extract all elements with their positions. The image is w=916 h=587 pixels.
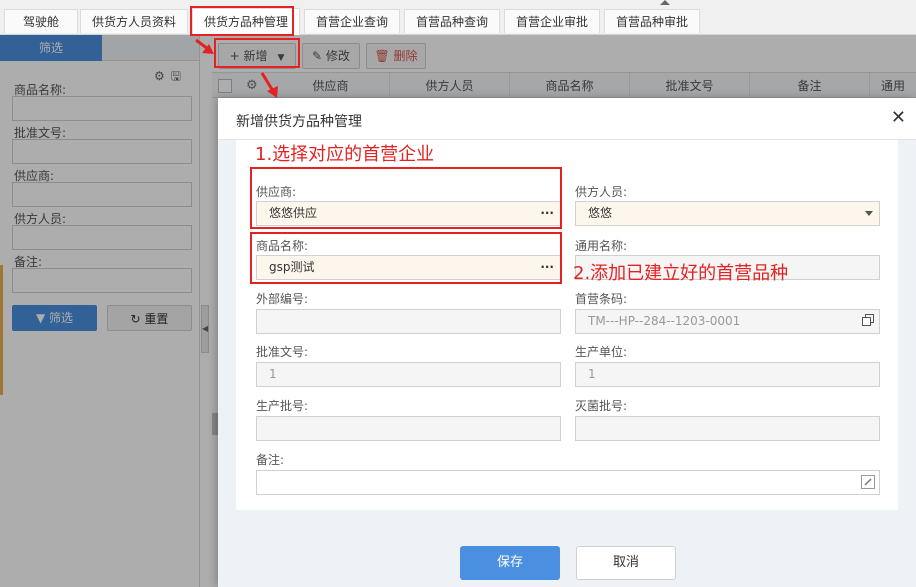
common-name-label: 通用名称: (575, 239, 628, 253)
external-code-field[interactable] (256, 309, 561, 334)
cancel-button[interactable]: 取消 (576, 546, 676, 580)
dialog-header: 新增供货方品种管理 ✕ (218, 98, 916, 140)
remark-label: 备注: (256, 453, 285, 467)
add-supplier-variety-dialog: 新增供货方品种管理 ✕ 供应商: 悠悠供应 ··· 供方人员: 悠悠 商品名称:… (218, 98, 916, 587)
caret-down-icon[interactable] (865, 211, 873, 216)
close-icon[interactable]: ✕ (891, 107, 906, 128)
external-code-label: 外部编号: (256, 292, 309, 306)
tab-first-variety-approval[interactable]: 首营品种审批 (604, 9, 700, 33)
supplier-field[interactable]: 悠悠供应 ··· (256, 201, 561, 226)
edit-icon[interactable] (861, 475, 875, 489)
production-batch-label: 生产批号: (256, 399, 309, 413)
first-code-label: 首营条码: (575, 292, 628, 306)
dialog-footer: 保存 取消 (218, 510, 916, 587)
supplier-person-select[interactable]: 悠悠 (575, 201, 880, 226)
sterilization-batch-field[interactable] (575, 416, 880, 441)
remark-field[interactable] (256, 470, 880, 495)
dialog-form: 供应商: 悠悠供应 ··· 供方人员: 悠悠 商品名称: gsp测试 ··· 通… (236, 140, 898, 510)
tab-first-enterprise-approval[interactable]: 首营企业审批 (504, 9, 600, 33)
production-unit-field[interactable]: 1 (575, 362, 880, 387)
tab-first-variety-query[interactable]: 首营品种查询 (404, 9, 500, 33)
save-button[interactable]: 保存 (460, 546, 560, 580)
approval-no-label: 批准文号: (256, 345, 309, 359)
supplier-person-label: 供方人员: (575, 185, 628, 199)
product-name-label: 商品名称: (256, 239, 309, 253)
tab-supplier-variety[interactable]: 供货方品种管理 (192, 8, 300, 35)
production-batch-field[interactable] (256, 416, 561, 441)
more-icon[interactable]: ··· (540, 256, 554, 279)
approval-no-field[interactable]: 1 (256, 362, 561, 387)
annotation-step2: 2.添加已建立好的首营品种 (573, 263, 789, 284)
sterilization-batch-label: 灭菌批号: (575, 399, 628, 413)
supplier-label: 供应商: (256, 185, 297, 199)
first-code-field[interactable]: TM---HP--284--1203-0001 (575, 309, 880, 334)
production-unit-label: 生产单位: (575, 345, 628, 359)
annotation-step1: 1.选择对应的首营企业 (255, 144, 435, 165)
product-name-field[interactable]: gsp测试 ··· (256, 255, 561, 280)
tab-bar: 驾驶舱 供货方人员资料 供货方品种管理 首营企业查询 首营品种查询 首营企业审批… (0, 0, 916, 35)
tab-cockpit[interactable]: 驾驶舱 (4, 9, 78, 33)
caret-up-icon (660, 0, 670, 5)
tab-supplier-personnel[interactable]: 供货方人员资料 (80, 9, 188, 33)
more-icon[interactable]: ··· (540, 202, 554, 225)
tab-first-enterprise-query[interactable]: 首营企业查询 (304, 9, 400, 33)
copy-icon[interactable] (862, 314, 875, 327)
dialog-title: 新增供货方品种管理 (236, 114, 362, 130)
